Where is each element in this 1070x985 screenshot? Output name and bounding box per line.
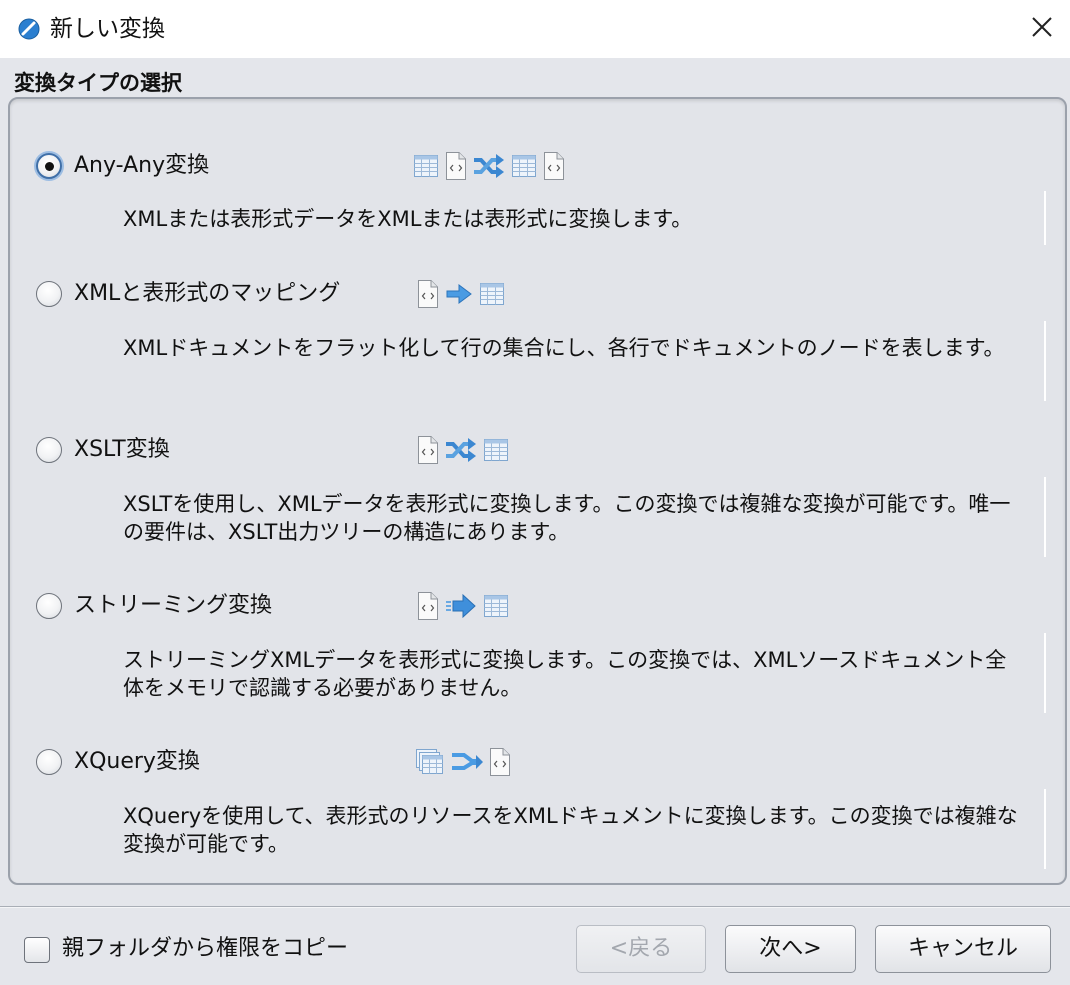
radio-xquery[interactable] bbox=[36, 749, 62, 775]
option-divider bbox=[1044, 477, 1046, 557]
radio-xslt[interactable] bbox=[36, 437, 62, 463]
table-icon bbox=[510, 152, 538, 180]
section-header: 変換タイプの選択 bbox=[14, 71, 182, 95]
xml-document-icon bbox=[542, 151, 566, 181]
option-icons bbox=[412, 151, 566, 181]
xml-document-icon bbox=[488, 747, 512, 777]
table-icon bbox=[482, 436, 510, 464]
option-divider bbox=[1044, 321, 1046, 401]
option-label: Any-Any変換 bbox=[74, 153, 210, 178]
option-description: XQueryを使用して、表形式のリソースをXMLドキュメントに変換します。この変… bbox=[123, 804, 1018, 856]
option-divider bbox=[1044, 789, 1046, 869]
option-label: XSLT変換 bbox=[74, 437, 170, 462]
xml-document-icon bbox=[416, 279, 440, 309]
xml-document-icon bbox=[416, 435, 440, 465]
option-description: XMLドキュメントをフラット化して行の集合にし、各行でドキュメントのノードを表し… bbox=[123, 336, 1005, 360]
option-icons bbox=[414, 747, 512, 777]
option-description: XMLまたは表形式データをXMLまたは表形式に変換します。 bbox=[123, 207, 693, 231]
footer-separator-highlight bbox=[0, 907, 1070, 908]
close-button[interactable] bbox=[1020, 8, 1064, 50]
option-divider bbox=[1044, 191, 1046, 245]
radio-xml-tabular-mapping[interactable] bbox=[36, 281, 62, 307]
option-divider bbox=[1044, 633, 1046, 713]
radio-any-any[interactable] bbox=[36, 153, 62, 179]
streaming-arrow-icon bbox=[444, 592, 478, 620]
option-description: XSLTを使用し、XMLデータを表形式に変換します。この変換では複雑な変換が可能… bbox=[123, 492, 1011, 544]
option-icons bbox=[416, 279, 506, 309]
copy-permissions-checkbox[interactable] bbox=[24, 937, 50, 963]
shuffle-arrows-icon bbox=[472, 152, 506, 180]
stacked-tables-icon bbox=[414, 747, 446, 777]
xml-document-icon bbox=[444, 151, 468, 181]
table-icon bbox=[412, 152, 440, 180]
copy-permissions-label[interactable]: 親フォルダから権限をコピー bbox=[62, 934, 348, 964]
back-button[interactable]: <戻る bbox=[576, 925, 706, 973]
option-label: XMLと表形式のマッピング bbox=[74, 281, 341, 306]
table-icon bbox=[482, 592, 510, 620]
app-logo-icon bbox=[18, 18, 40, 40]
option-icons bbox=[416, 435, 510, 465]
close-icon bbox=[1031, 16, 1053, 42]
transformation-type-panel: Any-Any変換 XMLまたは表形式データをXMLまたは表形式に変換します。 … bbox=[8, 97, 1067, 885]
next-button[interactable]: 次へ> bbox=[725, 925, 856, 973]
window-title: 新しい変換 bbox=[50, 16, 165, 42]
table-icon bbox=[478, 280, 506, 308]
double-arrow-icon bbox=[450, 748, 484, 776]
option-label: ストリーミング変換 bbox=[74, 593, 273, 618]
radio-streaming[interactable] bbox=[36, 593, 62, 619]
option-description: ストリーミングXMLデータを表形式に変換します。この変換では、XMLソースドキュ… bbox=[123, 648, 1007, 700]
new-transformation-dialog: 新しい変換 変換タイプの選択 Any-Any変換 XMLまたは表形式データをXM… bbox=[0, 0, 1070, 985]
option-label: XQuery変換 bbox=[74, 749, 200, 774]
cancel-button[interactable]: キャンセル bbox=[875, 925, 1051, 973]
title-bar: 新しい変換 bbox=[0, 0, 1070, 58]
arrow-right-icon bbox=[444, 280, 474, 308]
shuffle-arrows-icon bbox=[444, 436, 478, 464]
radio-selected-dot bbox=[45, 162, 54, 171]
option-icons bbox=[416, 591, 510, 621]
xml-document-icon bbox=[416, 591, 440, 621]
